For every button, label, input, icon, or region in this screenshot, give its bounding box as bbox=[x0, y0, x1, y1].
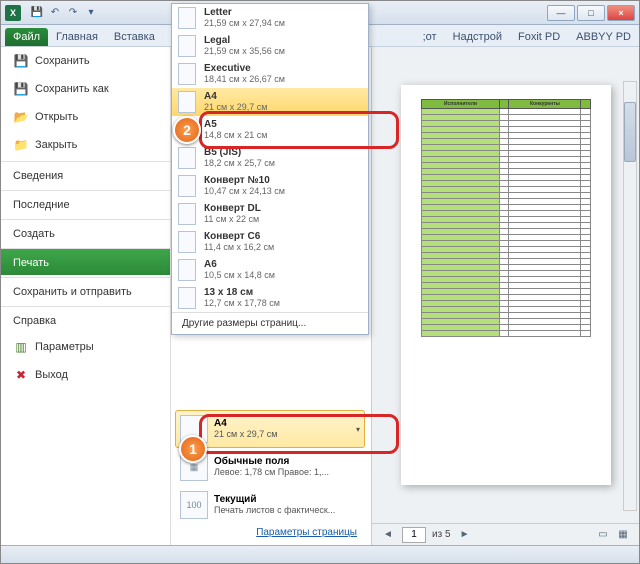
size-executive[interactable]: Executive18,41 см x 26,67 см bbox=[172, 60, 368, 88]
qat-undo-icon[interactable]: ↶ bbox=[47, 5, 63, 21]
print-settings-panel: Letter21,59 см x 27,94 см Legal21,59 см … bbox=[171, 47, 371, 545]
size-envelope-c6[interactable]: Конверт C611,4 см x 16,2 см bbox=[172, 228, 368, 256]
quick-access-toolbar: 💾 ↶ ↷ ▾ bbox=[29, 5, 99, 21]
size-a5[interactable]: A514,8 см x 21 см bbox=[172, 116, 368, 144]
nav-recent[interactable]: Последние bbox=[1, 190, 170, 217]
size-a6[interactable]: A610,5 см x 14,8 см bbox=[172, 256, 368, 284]
pager-page-input[interactable] bbox=[402, 527, 426, 543]
preview-pager: ◄ из 5 ► ▭ ▦ bbox=[372, 523, 639, 545]
nav-save[interactable]: 💾Сохранить bbox=[1, 47, 170, 75]
close-button[interactable]: × bbox=[607, 5, 635, 21]
qat-more-icon[interactable]: ▾ bbox=[83, 5, 99, 21]
size-more[interactable]: Другие размеры страниц... bbox=[172, 312, 368, 334]
page-icon bbox=[178, 259, 196, 281]
nav-new[interactable]: Создать bbox=[1, 219, 170, 246]
page-icon bbox=[178, 175, 196, 197]
tab-addin2[interactable]: Надстрой bbox=[445, 28, 510, 46]
tab-abbyy[interactable]: ABBYY PD bbox=[568, 28, 639, 46]
tab-addin1[interactable]: ;от bbox=[415, 28, 445, 46]
page-icon bbox=[178, 63, 196, 85]
size-b5[interactable]: B5 (JIS)18,2 см x 25,7 см bbox=[172, 144, 368, 172]
tab-foxit[interactable]: Foxit PD bbox=[510, 28, 568, 46]
nav-options[interactable]: ▥Параметры bbox=[1, 333, 170, 361]
nav-share[interactable]: Сохранить и отправить bbox=[1, 277, 170, 304]
pager-next[interactable]: ► bbox=[457, 527, 473, 543]
preview-page: ИсполнителиКонкуренты bbox=[401, 85, 611, 485]
page-size-menu: Letter21,59 см x 27,94 см Legal21,59 см … bbox=[171, 3, 369, 335]
page-icon bbox=[178, 287, 196, 309]
chevron-down-icon: ▾ bbox=[356, 425, 360, 434]
size-legal[interactable]: Legal21,59 см x 35,56 см bbox=[172, 32, 368, 60]
page-icon bbox=[178, 203, 196, 225]
nav-help[interactable]: Справка bbox=[1, 306, 170, 333]
page-icon bbox=[178, 231, 196, 253]
size-envelope-dl[interactable]: Конверт DL11 см x 22 см bbox=[172, 200, 368, 228]
scale-icon: 100 bbox=[180, 491, 208, 519]
tab-file[interactable]: Файл bbox=[5, 28, 48, 46]
scroll-thumb[interactable] bbox=[624, 102, 636, 162]
pager-of-label: из 5 bbox=[432, 529, 451, 540]
open-icon: 📂 bbox=[13, 109, 29, 125]
nav-exit[interactable]: ✖Выход bbox=[1, 361, 170, 389]
exit-icon: ✖ bbox=[13, 367, 29, 383]
preview-table: ИсполнителиКонкуренты bbox=[421, 99, 591, 337]
zoom-to-page-icon[interactable]: ▭ bbox=[595, 527, 611, 543]
page-icon bbox=[178, 7, 196, 29]
options-icon: ▥ bbox=[13, 339, 29, 355]
annotation-callout-2: 2 bbox=[173, 116, 201, 144]
annotation-callout-1: 1 bbox=[179, 435, 207, 463]
page-icon bbox=[178, 35, 196, 57]
print-preview: ИсполнителиКонкуренты ◄ bbox=[371, 47, 639, 545]
qat-save-icon[interactable]: 💾 bbox=[29, 5, 45, 21]
backstage-nav: 💾Сохранить 💾Сохранить как 📂Открыть 📁Закр… bbox=[1, 47, 171, 545]
nav-open[interactable]: 📂Открыть bbox=[1, 103, 170, 131]
size-a4[interactable]: A421 см x 29,7 см bbox=[172, 88, 368, 116]
close-file-icon: 📁 bbox=[13, 137, 29, 153]
minimize-button[interactable]: — bbox=[547, 5, 575, 21]
vertical-scrollbar[interactable] bbox=[623, 81, 637, 511]
size-letter[interactable]: Letter21,59 см x 27,94 см bbox=[172, 4, 368, 32]
nav-info[interactable]: Сведения bbox=[1, 161, 170, 188]
tab-home[interactable]: Главная bbox=[48, 28, 106, 46]
size-13x18[interactable]: 13 x 18 см12,7 см x 17,78 см bbox=[172, 284, 368, 312]
save-as-icon: 💾 bbox=[13, 81, 29, 97]
page-setup-link[interactable]: Параметры страницы bbox=[256, 527, 357, 538]
qat-redo-icon[interactable]: ↷ bbox=[65, 5, 81, 21]
page-icon bbox=[178, 147, 196, 169]
tab-insert[interactable]: Вставка bbox=[106, 28, 163, 46]
maximize-button[interactable]: □ bbox=[577, 5, 605, 21]
excel-icon: X bbox=[5, 5, 21, 21]
show-margins-icon[interactable]: ▦ bbox=[615, 527, 631, 543]
nav-save-as[interactable]: 💾Сохранить как bbox=[1, 75, 170, 103]
nav-print[interactable]: Печать bbox=[1, 248, 170, 275]
print-settings: A421 см x 29,7 см ▾ ▦ Обычные поляЛевое:… bbox=[171, 406, 369, 545]
status-bar bbox=[1, 545, 639, 563]
pager-prev[interactable]: ◄ bbox=[380, 527, 396, 543]
nav-close[interactable]: 📁Закрыть bbox=[1, 131, 170, 159]
save-icon: 💾 bbox=[13, 53, 29, 69]
page-icon bbox=[178, 91, 196, 113]
size-envelope-10[interactable]: Конверт №1010,47 см x 24,13 см bbox=[172, 172, 368, 200]
setting-scale[interactable]: 100 ТекущийПечать листов с фактическ... bbox=[175, 486, 365, 524]
